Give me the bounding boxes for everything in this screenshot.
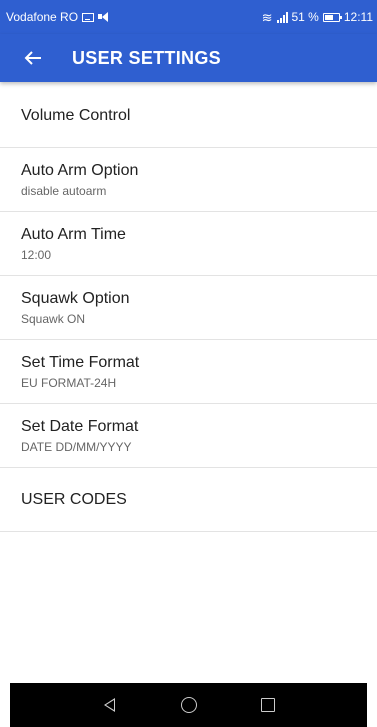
wifi-icon: ≋ bbox=[261, 9, 273, 25]
setting-user-codes[interactable]: USER CODES bbox=[0, 468, 377, 532]
setting-volume-control[interactable]: Volume Control bbox=[0, 84, 377, 148]
settings-list: Volume Control Auto Arm Option disable a… bbox=[0, 84, 377, 532]
back-triangle-icon bbox=[104, 698, 115, 712]
carrier-name: Vodafone RO bbox=[6, 10, 79, 24]
clock: 12:11 bbox=[343, 10, 373, 24]
nav-back-button[interactable] bbox=[90, 690, 130, 720]
battery-percent: 51 % bbox=[291, 10, 319, 24]
setting-time-format[interactable]: Set Time Format EU FORMAT-24H bbox=[0, 340, 377, 404]
signal-icon bbox=[276, 11, 288, 23]
setting-subtitle: Squawk ON bbox=[21, 311, 86, 326]
back-button[interactable] bbox=[20, 45, 46, 71]
status-right: ≋ 51 % 12:11 bbox=[262, 10, 373, 24]
battery-icon bbox=[322, 12, 342, 22]
setting-subtitle: disable autoarm bbox=[21, 183, 107, 198]
app-bar: USER SETTINGS bbox=[0, 34, 377, 82]
message-icon bbox=[82, 12, 95, 22]
setting-title: Set Time Format bbox=[21, 353, 140, 371]
setting-date-format[interactable]: Set Date Format DATE DD/MM/YYYY bbox=[0, 404, 377, 468]
status-bar: Vodafone RO ≋ 51 % 12:11 bbox=[0, 0, 377, 34]
setting-title: Auto Arm Option bbox=[21, 161, 139, 179]
nav-home-button[interactable] bbox=[169, 690, 209, 720]
recent-apps-icon bbox=[260, 698, 275, 712]
page-title: USER SETTINGS bbox=[72, 47, 221, 68]
nav-recents-button[interactable] bbox=[248, 690, 288, 720]
setting-auto-arm-time[interactable]: Auto Arm Time 12:00 bbox=[0, 212, 377, 276]
navigation-bar bbox=[10, 683, 367, 727]
home-circle-icon bbox=[180, 697, 197, 713]
volume-icon bbox=[98, 12, 110, 22]
arrow-left-icon bbox=[24, 51, 41, 65]
setting-auto-arm-option[interactable]: Auto Arm Option disable autoarm bbox=[0, 148, 377, 212]
setting-subtitle: 12:00 bbox=[21, 247, 52, 262]
setting-title: USER CODES bbox=[21, 490, 127, 508]
setting-title: Volume Control bbox=[21, 106, 131, 124]
setting-subtitle: DATE DD/MM/YYYY bbox=[21, 439, 132, 454]
setting-squawk-option[interactable]: Squawk Option Squawk ON bbox=[0, 276, 377, 340]
setting-title: Set Date Format bbox=[21, 417, 139, 435]
setting-subtitle: EU FORMAT-24H bbox=[21, 375, 117, 390]
setting-title: Squawk Option bbox=[21, 289, 130, 307]
setting-title: Auto Arm Time bbox=[21, 225, 126, 243]
status-left: Vodafone RO bbox=[6, 10, 110, 24]
